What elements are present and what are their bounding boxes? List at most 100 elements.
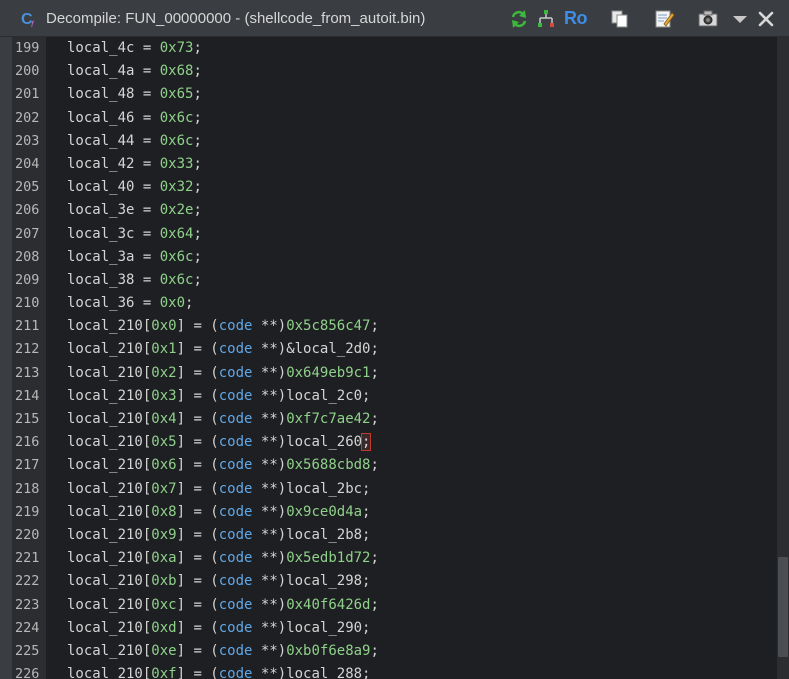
code-statement[interactable]: local_44 = 0x6c; [67, 130, 202, 153]
code-statement[interactable]: local_210[0x6] = (code **)0x5688cbd8; [67, 454, 379, 477]
code-statement[interactable]: local_46 = 0x6c; [67, 107, 202, 130]
code-line[interactable]: 205 local_40 = 0x32; [12, 176, 772, 199]
line-number: 205 [15, 179, 40, 196]
line-number: 201 [15, 86, 40, 103]
scrollbar-thumb[interactable] [778, 557, 788, 657]
code-line[interactable]: 225 local_210[0xe] = (code **)0xb0f6e8a9; [12, 640, 772, 663]
array-index: 0x4 [151, 411, 177, 427]
code-line[interactable]: 221 local_210[0xa] = (code **)0x5edb1d72; [12, 547, 772, 570]
code-line[interactable]: 200 local_4a = 0x68; [12, 60, 772, 83]
refresh-arrows-icon[interactable] [508, 8, 530, 30]
variable-name: local_4a [67, 63, 135, 80]
code-line[interactable]: 207 local_3c = 0x64; [12, 223, 772, 246]
edit-notepad-icon[interactable] [653, 8, 675, 30]
code-statement[interactable]: local_38 = 0x6c; [67, 269, 202, 292]
assign-operator: ] = ( [176, 503, 219, 520]
code-line[interactable]: 202 local_46 = 0x6c; [12, 107, 772, 130]
copy-icon[interactable] [609, 8, 631, 30]
array-name: local_210 [67, 596, 143, 613]
array-name: local_210 [67, 550, 143, 567]
code-line[interactable]: 218 local_210[0x7] = (code **)local_2bc; [12, 478, 772, 501]
code-line[interactable]: 226 local_210[0xf] = (code **)local_288; [12, 663, 772, 679]
line-number: 222 [15, 573, 40, 590]
close-x-icon[interactable] [755, 8, 777, 30]
code-line[interactable]: 204 local_42 = 0x33; [12, 153, 772, 176]
code-line[interactable]: 203 local_44 = 0x6c; [12, 130, 772, 153]
code-statement[interactable]: local_210[0x9] = (code **)local_2b8; [67, 524, 370, 547]
code-statement[interactable]: local_210[0xe] = (code **)0xb0f6e8a9; [67, 640, 379, 663]
code-line[interactable]: 220 local_210[0x9] = (code **)local_2b8; [12, 524, 772, 547]
code-statement[interactable]: local_3a = 0x6c; [67, 246, 202, 269]
camera-snapshot-icon[interactable] [697, 8, 719, 30]
code-line[interactable]: 214 local_210[0x3] = (code **)local_2c0; [12, 385, 772, 408]
line-number: 211 [15, 318, 40, 335]
array-index: 0xe [151, 642, 177, 659]
code-statement[interactable]: local_42 = 0x33; [67, 153, 202, 176]
dropdown-triangle-icon[interactable] [729, 8, 751, 30]
code-line[interactable]: 215 local_210[0x4] = (code **)0xf7c7ae42; [12, 408, 772, 431]
code-statement[interactable]: local_36 = 0x0; [67, 292, 193, 315]
semicolon: ; [370, 642, 379, 659]
code-statement[interactable]: local_210[0x7] = (code **)local_2bc; [67, 478, 370, 501]
function-graph-icon[interactable] [535, 8, 557, 30]
code-statement[interactable]: local_210[0xa] = (code **)0x5edb1d72; [67, 547, 379, 570]
numeric-literal: 0x33 [159, 155, 194, 172]
array-index: 0xf [151, 666, 177, 679]
code-line[interactable]: 211 local_210[0x0] = (code **)0x5c856c47; [12, 315, 772, 338]
code-line[interactable]: 217 local_210[0x6] = (code **)0x5688cbd8; [12, 454, 772, 477]
code-line[interactable]: 209 local_38 = 0x6c; [12, 269, 772, 292]
code-statement[interactable]: local_210[0xc] = (code **)0x40f6426d; [67, 594, 379, 617]
read-only-toggle-button[interactable]: Ro [564, 8, 588, 29]
code-line[interactable]: 216 local_210[0x5] = (code **)local_260; [12, 431, 772, 454]
code-line[interactable]: 213 local_210[0x2] = (code **)0x649eb9c1; [12, 362, 772, 385]
pointer-cast: **) [252, 341, 287, 358]
type-keyword: code [218, 596, 253, 613]
title-program-file: (shellcode_from_autoit.bin) [244, 10, 426, 27]
line-number: 212 [15, 341, 40, 358]
code-statement[interactable]: local_210[0x2] = (code **)0x649eb9c1; [67, 362, 379, 385]
pointer-cast: **) [252, 387, 287, 404]
variable-name: local_288 [286, 666, 363, 679]
code-statement[interactable]: local_4c = 0x73; [67, 37, 202, 60]
numeric-literal: 0x68 [159, 63, 194, 80]
code-statement[interactable]: local_40 = 0x32; [67, 176, 202, 199]
code-line[interactable]: 208 local_3a = 0x6c; [12, 246, 772, 269]
code-statement[interactable]: local_210[0x4] = (code **)0xf7c7ae42; [67, 408, 379, 431]
assign-operator: = [134, 295, 160, 312]
code-line[interactable]: 224 local_210[0xd] = (code **)local_290; [12, 617, 772, 640]
code-line[interactable]: 219 local_210[0x8] = (code **)0x9ce0d4a; [12, 501, 772, 524]
code-statement[interactable]: local_3e = 0x2e; [67, 199, 202, 222]
code-line[interactable]: 212 local_210[0x1] = (code **)&local_2d0; [12, 338, 772, 361]
array-index: 0xc [151, 596, 177, 613]
decompiler-code-view[interactable]: 199 local_4c = 0x73; 200 local_4a = 0x68; 20… [12, 37, 784, 679]
code-line[interactable]: 210 local_36 = 0x0; [12, 292, 772, 315]
assign-operator: = [134, 63, 160, 80]
code-statement[interactable]: local_48 = 0x65; [67, 83, 202, 106]
line-number: 215 [15, 411, 40, 427]
numeric-literal: 0xb0f6e8a9 [286, 642, 371, 659]
code-statement[interactable]: local_4a = 0x68; [67, 60, 202, 83]
numeric-literal: 0x40f6426d [286, 596, 371, 613]
code-statement[interactable]: local_3c = 0x64; [67, 223, 202, 246]
code-line[interactable]: 201 local_48 = 0x65; [12, 83, 772, 106]
code-statement[interactable]: local_210[0x1] = (code **)&local_2d0; [67, 338, 379, 361]
code-statement[interactable]: local_210[0xf] = (code **)local_288; [67, 663, 370, 679]
semicolon: ; [370, 596, 379, 613]
code-line[interactable]: 222 local_210[0xb] = (code **)local_298; [12, 570, 772, 593]
code-line[interactable]: 199 local_4c = 0x73; [12, 37, 772, 60]
code-statement[interactable]: local_210[0x8] = (code **)0x9ce0d4a; [67, 501, 370, 524]
variable-name: local_2b8 [286, 526, 363, 543]
assign-operator: = [134, 86, 160, 103]
code-line[interactable]: 223 local_210[0xc] = (code **)0x40f6426d; [12, 594, 772, 617]
code-statement[interactable]: local_210[0x3] = (code **)local_2c0; [67, 385, 370, 408]
variable-name: local_36 [67, 295, 135, 312]
variable-name: local_3e [67, 202, 135, 219]
code-statement[interactable]: local_210[0x0] = (code **)0x5c856c47; [67, 315, 379, 338]
code-statement[interactable]: local_210[0xb] = (code **)local_298; [67, 570, 370, 593]
variable-name: &local_2d0 [286, 341, 371, 358]
code-statement[interactable]: local_210[0xd] = (code **)local_290; [67, 617, 370, 640]
array-name: local_210 [67, 387, 143, 404]
code-line[interactable]: 206 local_3e = 0x2e; [12, 199, 772, 222]
array-index: 0x5 [151, 434, 177, 451]
code-statement[interactable]: local_210[0x5] = (code **)local_260; [67, 431, 372, 454]
